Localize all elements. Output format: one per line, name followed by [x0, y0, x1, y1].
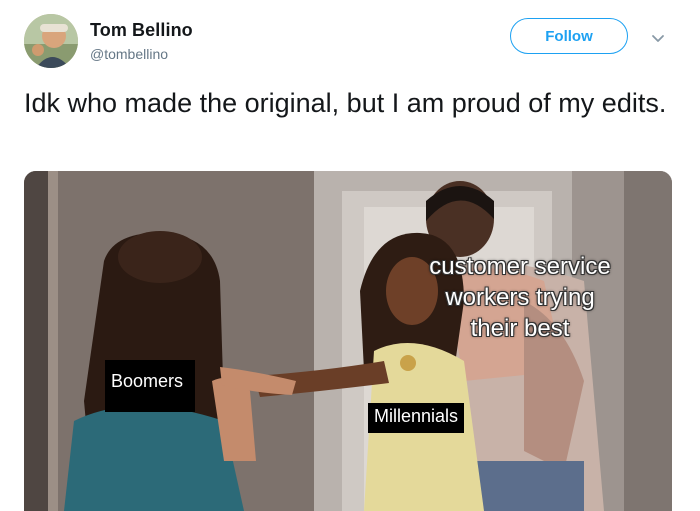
user-handle[interactable]: @tombellino — [90, 46, 168, 62]
label-boomers: Boomers — [105, 360, 195, 412]
tweet-header: Tom Bellino @tombellino Follow — [24, 14, 676, 70]
avatar[interactable] — [24, 14, 78, 68]
display-name[interactable]: Tom Bellino — [90, 20, 193, 41]
follow-button[interactable]: Follow — [510, 18, 628, 54]
tweet-card: Tom Bellino @tombellino Follow Idk who m… — [0, 0, 700, 511]
label-customer-service: customer service workers trying their be… — [429, 253, 611, 342]
tweet-text: Idk who made the original, but I am prou… — [24, 88, 667, 118]
meme-image[interactable]: Boomers Millennials customer service wor… — [24, 171, 672, 511]
label-millennials: Millennials — [368, 403, 465, 433]
chevron-down-icon[interactable] — [646, 26, 670, 50]
avatar-image — [24, 14, 78, 68]
